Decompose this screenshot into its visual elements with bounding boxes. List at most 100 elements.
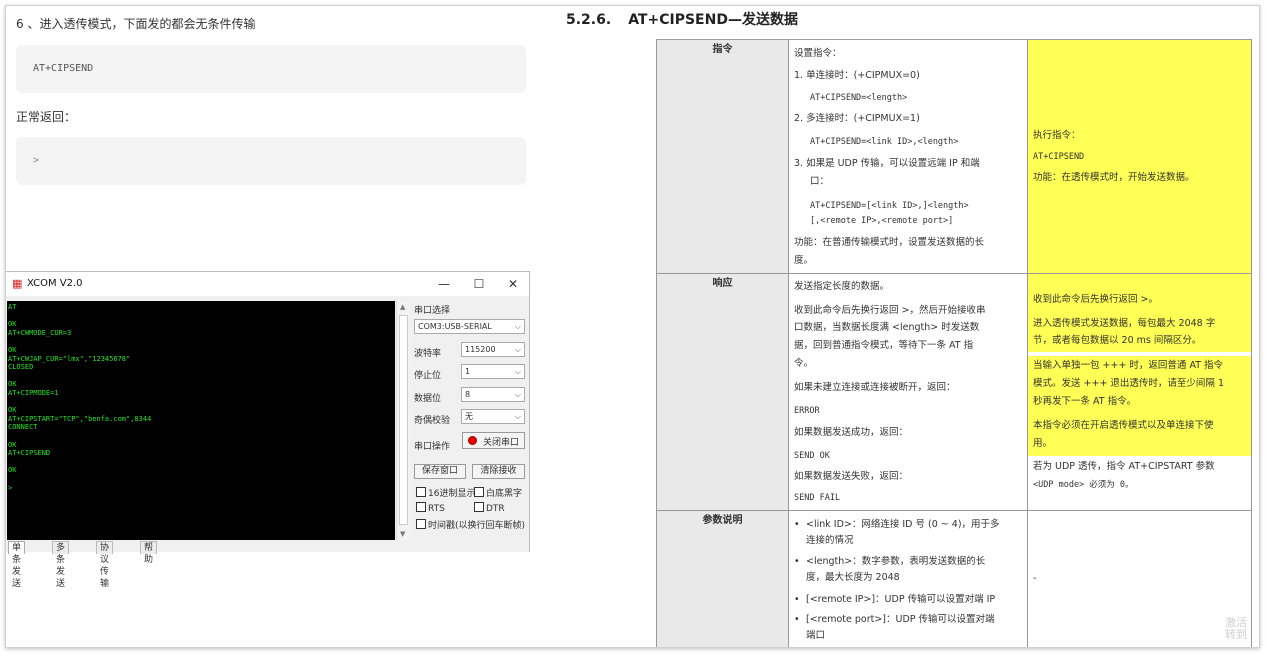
tab-multi-send[interactable]: 多条发送: [52, 541, 70, 589]
chevron-down-icon: ⌵: [514, 322, 521, 331]
data-bits-value: 8: [465, 390, 471, 399]
cell-line: 节，或者每包数据以 20 ms 间隔区分。: [1033, 335, 1202, 346]
cell-line: 据，回到普通指令模式，等待下一条 AT 指: [794, 340, 974, 351]
clear-receive-button[interactable]: 清除接收: [472, 464, 525, 479]
section-title: AT+CIPSEND—发送数据: [628, 12, 798, 28]
cell-line: 本指令必须在开启透传模式以及单连接下使: [1033, 420, 1214, 431]
cell-line: AT+CIPSEND=<link ID>,<length>: [810, 137, 959, 147]
cell-line: ERROR: [794, 406, 820, 416]
hex-display-checkbox[interactable]: 16进制显示: [416, 486, 475, 499]
data-bits-select[interactable]: 8 ⌵: [461, 387, 525, 402]
parity-select[interactable]: 无 ⌵: [461, 409, 525, 424]
data-bits-label: 数据位: [414, 394, 442, 404]
cell-line: 端口: [806, 630, 826, 641]
cell-line: 1. 单连接时：(+CIPMUX=0): [794, 70, 920, 81]
checkbox-icon: [474, 487, 484, 497]
dtr-checkbox[interactable]: DTR: [474, 502, 505, 514]
chevron-down-icon: ⌵: [514, 390, 521, 399]
cell-line: 当输入单独一包 +++ 时，返回普通 AT 指令: [1033, 360, 1224, 371]
stop-bits-select[interactable]: 1 ⌵: [461, 364, 525, 379]
chevron-down-icon: ⌵: [514, 345, 521, 354]
step-6-text: 6 、进入透传模式，下面发的都会无条件传输: [16, 17, 256, 31]
port-operation-label: 串口操作: [414, 442, 451, 452]
cell-line: 如果数据发送失败，返回：: [794, 471, 909, 482]
page-frame: 6 、进入透传模式，下面发的都会无条件传输 AT+CIPSEND 正常返回： >…: [5, 5, 1260, 648]
white-black-label: 白底黑字: [486, 489, 523, 499]
close-port-label: 关闭串口: [483, 438, 520, 448]
cell-line: [,<remote IP>,<remote port>]: [810, 216, 954, 226]
command-exec-cell: 执行指令： AT+CIPSEND 功能：在透传模式时，开始发送数据。: [1027, 39, 1252, 274]
hex-display-label: 16进制显示: [428, 489, 476, 499]
scroll-up-icon[interactable]: ▲: [400, 303, 405, 311]
cell-line: 进入透传模式发送数据，每包最大 2048 字: [1033, 318, 1216, 329]
cell-line: 秒再发下一条 AT 指令。: [1033, 396, 1137, 407]
checkbox-icon: [416, 519, 426, 529]
tab-single-send[interactable]: 单条发送: [8, 541, 26, 589]
maximize-button[interactable]: ☐: [464, 274, 494, 294]
cell-line: <length>：数字参数，表明发送数据的长: [806, 556, 986, 567]
checkbox-icon: [474, 502, 484, 512]
port-select-label: 串口选择: [414, 306, 451, 316]
xcom-titlebar[interactable]: ▦ XCOM V2.0 — ☐ ✕: [6, 272, 529, 296]
activation-watermark: 激活 转到: [1225, 617, 1247, 641]
close-button[interactable]: ✕: [498, 274, 528, 294]
white-black-checkbox[interactable]: 白底黑字: [474, 486, 522, 499]
console-scrollbar[interactable]: ▲ ▼: [396, 301, 410, 540]
console-line: >: [8, 483, 13, 492]
console-line: AT: [8, 303, 17, 311]
xcom-title: XCOM V2.0: [27, 278, 83, 289]
command-description-cell: 设置指令： 1. 单连接时：(+CIPMUX=0) AT+CIPSEND=<leng…: [788, 39, 1028, 274]
console-line: AT+CIPSEND: [8, 449, 51, 458]
cell-line: 若为 UDP 透传，指令 AT+CIPSTART 参数: [1033, 461, 1215, 472]
cell-line: 2. 多连接时：(+CIPMUX=1): [794, 113, 920, 124]
bullet-icon: •: [794, 614, 800, 625]
rts-checkbox[interactable]: RTS: [416, 502, 445, 514]
close-port-button[interactable]: 关闭串口: [462, 432, 525, 449]
tab-help[interactable]: 帮助: [140, 541, 158, 565]
chevron-down-icon: ⌵: [514, 367, 521, 376]
response-description-cell: 发送指定长度的数据。 收到此命令后先换行返回 >，然后开始接收串 口数据，当数据长度…: [788, 273, 1028, 511]
minimize-button[interactable]: —: [429, 274, 459, 294]
record-icon: [468, 436, 477, 445]
timestamp-label: 时间戳(以换行回车断帧): [428, 521, 526, 531]
receive-console[interactable]: AT OK AT+CWMODE_CUR=3 OK AT+CWJAP_CUR="lmx",…: [7, 301, 395, 540]
xcom-window: ▦ XCOM V2.0 — ☐ ✕ AT OK AT+CWMODE_CUR=3 OK A…: [6, 271, 530, 552]
baud-rate-label: 波特率: [414, 349, 442, 359]
chevron-down-icon: ⌵: [514, 412, 521, 421]
save-window-button[interactable]: 保存窗口: [414, 464, 466, 479]
response-exec-cell: 收到此命令后先换行返回 >。 进入透传模式发送数据，每包最大 2048 字节，或者…: [1027, 273, 1252, 511]
params-exec-cell: -: [1027, 510, 1252, 647]
tab-protocol[interactable]: 协议传输: [96, 541, 114, 589]
stop-bits-value: 1: [465, 367, 471, 376]
bullet-icon: •: [794, 594, 800, 605]
cell-line: AT+CIPSEND: [1033, 152, 1085, 162]
cell-line: 如果数据发送成功，返回：: [794, 427, 909, 438]
port-select[interactable]: COM3:USB-SERIAL ⌵: [414, 319, 525, 334]
baud-rate-value: 115200: [465, 345, 496, 354]
bullet-icon: •: [794, 556, 800, 567]
cell-line: 设置指令：: [794, 48, 842, 59]
baud-rate-select[interactable]: 115200 ⌵: [461, 342, 525, 357]
scroll-down-icon[interactable]: ▼: [400, 530, 405, 538]
rts-label: RTS: [428, 504, 445, 514]
console-line: AT+CIPMODE=1: [8, 389, 59, 397]
cell-line: 如果未建立连接或连接被断开，返回：: [794, 382, 956, 393]
row-head-params: 参数说明: [656, 510, 789, 647]
scroll-thumb[interactable]: [399, 315, 408, 525]
section-heading: 5.2.6. AT+CIPSEND—发送数据: [566, 9, 798, 29]
row-head-command: 指令: [656, 39, 789, 274]
cell-line: <UDP mode> 必须为 0。: [1033, 480, 1134, 490]
dtr-label: DTR: [486, 504, 505, 514]
cell-line: [<remote IP>]：UDP 传输可以设置对端 IP: [806, 594, 996, 605]
console-line: CONNECT: [8, 423, 38, 432]
spec-table: 指令 设置指令： 1. 单连接时：(+CIPMUX=0) AT+CIPSEND=<l…: [656, 39, 1252, 647]
port-select-value: COM3:USB-SERIAL: [418, 322, 492, 331]
checkbox-icon: [416, 487, 426, 497]
section-number: 5.2.6.: [566, 12, 612, 28]
timestamp-checkbox[interactable]: 时间戳(以换行回车断帧): [416, 518, 525, 531]
cell-line: 度。: [794, 255, 814, 266]
normal-return-label: 正常返回：: [16, 110, 77, 124]
code-block-command: AT+CIPSEND: [16, 45, 526, 93]
bullet-icon: •: [794, 519, 800, 530]
parity-label: 奇偶校验: [414, 416, 451, 426]
